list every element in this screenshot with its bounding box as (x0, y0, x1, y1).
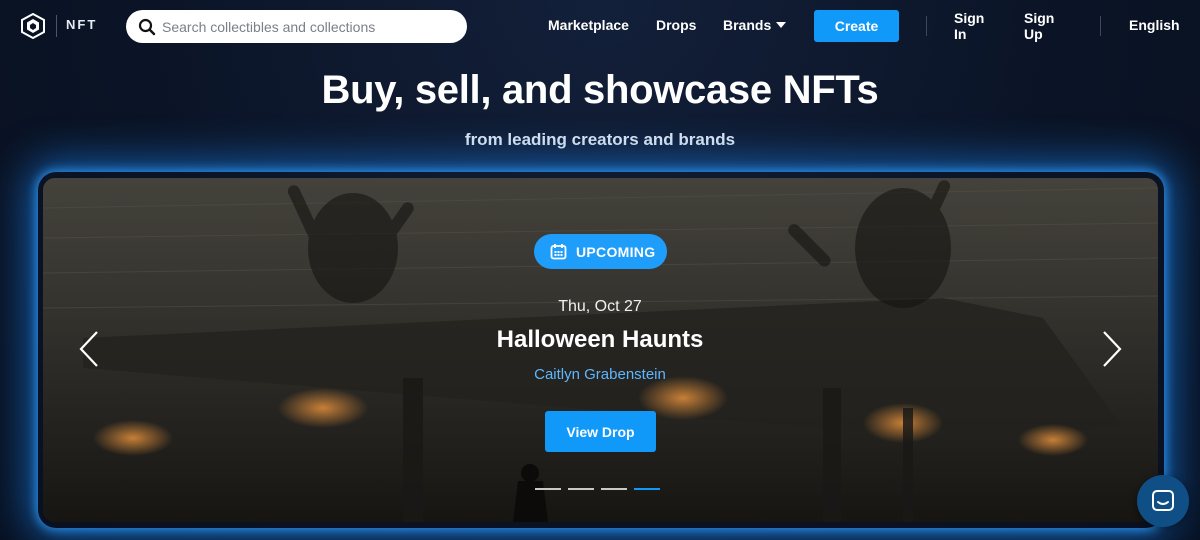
hero-subtitle: from leading creators and brands (464, 130, 736, 149)
sign-up-link[interactable]: Sign Up (1024, 10, 1064, 42)
nav-divider (1100, 16, 1101, 36)
language-selector[interactable]: English (1129, 17, 1180, 33)
page: NFT Marketplace Drops Brands Create Sign… (0, 0, 1200, 540)
badge-label: UPCOMING (576, 244, 656, 260)
logo-divider (56, 15, 57, 37)
nav-divider (926, 16, 927, 36)
crypto-com-logo-icon[interactable] (20, 13, 46, 39)
drop-title: Halloween Haunts (496, 326, 704, 353)
drop-date: Thu, Oct 27 (558, 298, 642, 315)
nav-drops[interactable]: Drops (656, 17, 696, 33)
search-bar[interactable] (126, 10, 467, 43)
top-nav: NFT Marketplace Drops Brands Create Sign… (0, 0, 1200, 52)
view-drop-button[interactable]: View Drop (545, 411, 656, 452)
upcoming-badge: UPCOMING (534, 234, 667, 269)
search-input[interactable] (162, 16, 457, 37)
chevron-left-icon[interactable] (77, 330, 101, 368)
carousel-dot-1[interactable] (535, 488, 561, 490)
carousel-dot-4[interactable] (634, 488, 660, 490)
chevron-right-icon[interactable] (1100, 330, 1124, 368)
carousel-dot-3[interactable] (601, 488, 627, 490)
hero-title: Buy, sell, and showcase NFTs (321, 68, 879, 112)
search-icon (138, 18, 156, 36)
chat-button[interactable] (1137, 475, 1189, 527)
create-button[interactable]: Create (814, 10, 899, 42)
nav-brands[interactable]: Brands (723, 17, 771, 33)
carousel-dot-2[interactable] (568, 488, 594, 490)
brand-text[interactable]: NFT (66, 17, 97, 32)
drop-creator-link[interactable]: Caitlyn Grabenstein (0, 366, 1200, 383)
chat-icon (1152, 490, 1174, 511)
nav-marketplace[interactable]: Marketplace (548, 17, 629, 33)
calendar-icon (550, 244, 567, 260)
sign-in-link[interactable]: Sign In (954, 10, 994, 42)
caret-down-icon[interactable] (776, 22, 786, 29)
